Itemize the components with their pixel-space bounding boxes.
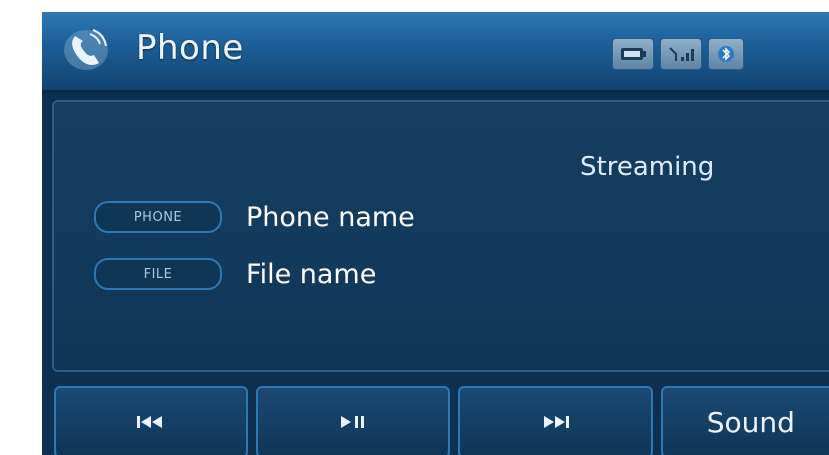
previous-button[interactable] bbox=[54, 386, 249, 455]
header-bar: Phone bbox=[42, 12, 829, 93]
file-tag: FILE bbox=[94, 258, 222, 290]
next-button[interactable] bbox=[458, 386, 653, 455]
streaming-panel bbox=[52, 100, 829, 372]
phone-name: Phone name bbox=[246, 201, 415, 233]
page-title: Phone bbox=[136, 28, 244, 68]
signal-icon bbox=[660, 38, 702, 70]
phone-icon bbox=[60, 24, 112, 74]
bluetooth-icon bbox=[708, 38, 744, 70]
sound-button[interactable]: Sound bbox=[660, 386, 829, 455]
play-pause-icon bbox=[341, 416, 365, 428]
control-bar: Sound bbox=[42, 386, 829, 455]
file-row: FILE File name bbox=[94, 257, 376, 291]
next-icon bbox=[544, 416, 570, 428]
file-name: File name bbox=[246, 258, 377, 290]
phone-screen: Phone Streaming PHONE Phone name FILE Fi… bbox=[42, 12, 829, 455]
phone-tag: PHONE bbox=[94, 201, 222, 233]
status-icons bbox=[612, 38, 744, 70]
play-pause-button[interactable] bbox=[256, 386, 451, 455]
streaming-spinner-icon bbox=[777, 122, 829, 242]
battery-icon bbox=[612, 38, 654, 70]
previous-icon bbox=[137, 416, 163, 428]
streaming-status: Streaming bbox=[580, 152, 715, 182]
phone-row: PHONE Phone name bbox=[94, 200, 415, 234]
